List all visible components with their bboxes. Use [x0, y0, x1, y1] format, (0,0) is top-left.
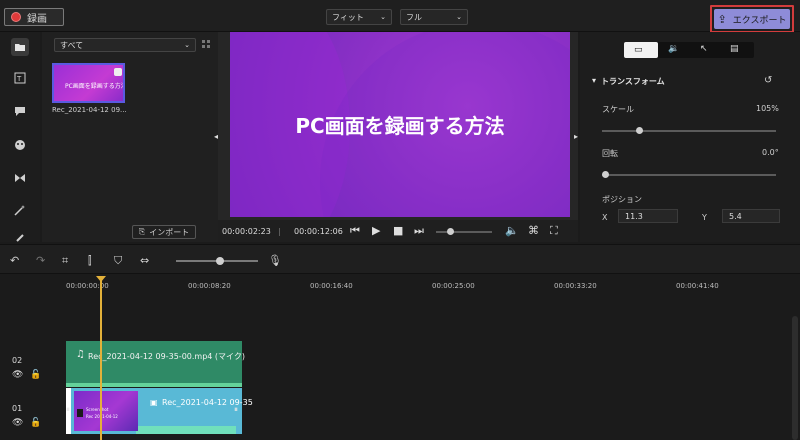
clip-trim-right-icon[interactable]: ⏸: [234, 405, 238, 415]
caption-tab-icon[interactable]: ▤: [730, 44, 739, 54]
svg-text:T: T: [16, 75, 22, 83]
volume-icon[interactable]: 🔈: [505, 224, 519, 237]
y-label: Y: [702, 213, 707, 222]
skip-back-icon[interactable]: ⏮: [350, 224, 360, 238]
scale-slider-knob[interactable]: [636, 127, 643, 134]
rotate-value: 0.0°: [762, 148, 779, 157]
scale-slider-track[interactable]: [602, 130, 776, 132]
skip-forward-icon[interactable]: ⏭: [414, 224, 424, 238]
chevron-down-icon: ⌄: [380, 13, 386, 21]
import-icon: ⎘: [138, 227, 146, 236]
fit-timeline-icon[interactable]: ⇔: [140, 254, 149, 267]
audio-clip[interactable]: [66, 341, 242, 387]
current-time: 00:00:02:23: [222, 227, 271, 236]
chevron-down-icon: ⌄: [456, 13, 462, 21]
video-clip-thumbnail: Screenshot Rec 2021-04-12: [74, 391, 138, 431]
clip-trim-left-icon[interactable]: ⏸: [66, 405, 70, 415]
record-dot-icon: [11, 12, 21, 22]
scale-value: 105%: [756, 104, 779, 113]
eye-icon[interactable]: 👁: [12, 418, 23, 428]
audio-clip-name: Rec_2021-04-12 09-35-00.mp4 (マイク): [88, 352, 245, 361]
media-item-name: Rec_2021-04-12 09...: [52, 106, 127, 114]
video-tab-icon: ▭: [634, 45, 643, 55]
y-input[interactable]: 5.4: [722, 209, 780, 223]
media-thumbnail[interactable]: PC画面を録画する方法: [52, 63, 125, 103]
record-button[interactable]: 録画: [4, 8, 64, 26]
video-clip-name: Rec_2021-04-12 09-35: [162, 398, 253, 407]
record-label: 録画: [27, 13, 47, 25]
upload-icon: ⇪: [717, 12, 727, 26]
ruler-label: 00:00:08:20: [188, 282, 231, 290]
sticker-icon[interactable]: [11, 136, 29, 154]
timeline-vertical-scrollbar[interactable]: [792, 316, 798, 440]
video-clip-icon: ▣: [150, 398, 158, 407]
undo-icon[interactable]: ↶: [10, 254, 19, 267]
grid-view-icon[interactable]: [202, 40, 210, 48]
crop-icon[interactable]: ⌗: [62, 254, 68, 268]
shield-icon[interactable]: ⛉: [114, 254, 122, 268]
preview-progress-knob[interactable]: [447, 228, 454, 235]
stop-icon[interactable]: ■: [393, 224, 403, 237]
cursor-tab-icon[interactable]: ↖: [700, 44, 708, 54]
magic-wand-icon[interactable]: [11, 201, 29, 219]
total-time: 00:00:12:06: [294, 227, 343, 236]
chevron-down-icon: ⌄: [184, 41, 190, 49]
rotate-slider-track[interactable]: [602, 174, 776, 176]
folder-icon[interactable]: [11, 38, 29, 56]
collapse-left-icon[interactable]: ◂: [214, 132, 218, 141]
play-icon[interactable]: ▶: [372, 224, 380, 237]
media-filter-value: すべて: [60, 40, 84, 50]
video-badge-icon: [114, 68, 122, 76]
ruler-label: 00:00:25:00: [432, 282, 475, 290]
collapse-right-icon[interactable]: ▸: [574, 132, 578, 141]
zoom-slider-knob[interactable]: [216, 257, 224, 265]
media-filter-select[interactable]: すべて ⌄: [54, 38, 196, 52]
ruler-label: 00:00:33:20: [554, 282, 597, 290]
export-label: エクスポート: [732, 15, 787, 26]
time-separator: |: [278, 227, 281, 236]
preview-progress-track[interactable]: [436, 231, 492, 233]
text-icon[interactable]: T: [11, 69, 29, 87]
full-select[interactable]: フル ⌄: [400, 9, 468, 25]
fit-select-value: フィット: [332, 12, 364, 22]
full-select-value: フル: [406, 12, 422, 22]
x-input[interactable]: 11.3: [618, 209, 678, 223]
ruler-label: 00:00:41:40: [676, 282, 719, 290]
ruler-label: 00:00:00:00: [66, 282, 109, 290]
caption-icon[interactable]: [11, 102, 29, 120]
reset-icon[interactable]: ↺: [764, 75, 772, 86]
lock-icon[interactable]: 🔓: [30, 370, 41, 380]
track-1-number: 01: [12, 404, 23, 413]
position-label: ポジション: [602, 195, 642, 204]
split-icon[interactable]: ⫿: [88, 254, 92, 268]
fullscreen-icon[interactable]: ⛶: [550, 224, 558, 238]
playhead-line[interactable]: [100, 276, 102, 440]
ruler-label: 00:00:16:40: [310, 282, 353, 290]
export-button[interactable]: ⇪ エクスポート: [714, 9, 790, 29]
import-label: インポート: [149, 227, 190, 237]
audio-tab-icon[interactable]: 🔉: [668, 44, 679, 54]
music-note-icon: ♫: [76, 349, 85, 360]
thumb-caption: Screenshot: [86, 407, 109, 412]
redo-icon[interactable]: ↷: [36, 254, 45, 267]
preview-title: PC画面を録画する方法: [295, 114, 505, 138]
microphone-icon[interactable]: 🎙: [268, 254, 282, 267]
section-title: トランスフォーム: [601, 77, 665, 86]
camera-icon[interactable]: ⌘: [528, 224, 539, 237]
import-button[interactable]: ⎘ インポート: [132, 225, 196, 239]
thumb-title: PC画面を録画する方法: [65, 83, 125, 90]
scale-label: スケール: [602, 105, 634, 114]
section-caret-icon: ▾: [592, 76, 597, 85]
x-label: X: [602, 213, 608, 222]
lock-icon[interactable]: 🔓: [30, 418, 41, 428]
fit-select[interactable]: フィット ⌄: [326, 9, 392, 25]
transition-icon[interactable]: [11, 169, 29, 187]
eye-icon[interactable]: 👁: [12, 370, 23, 380]
rotate-slider-knob[interactable]: [602, 171, 609, 178]
rotate-label: 回転: [602, 149, 618, 158]
track-2-number: 02: [12, 356, 23, 365]
